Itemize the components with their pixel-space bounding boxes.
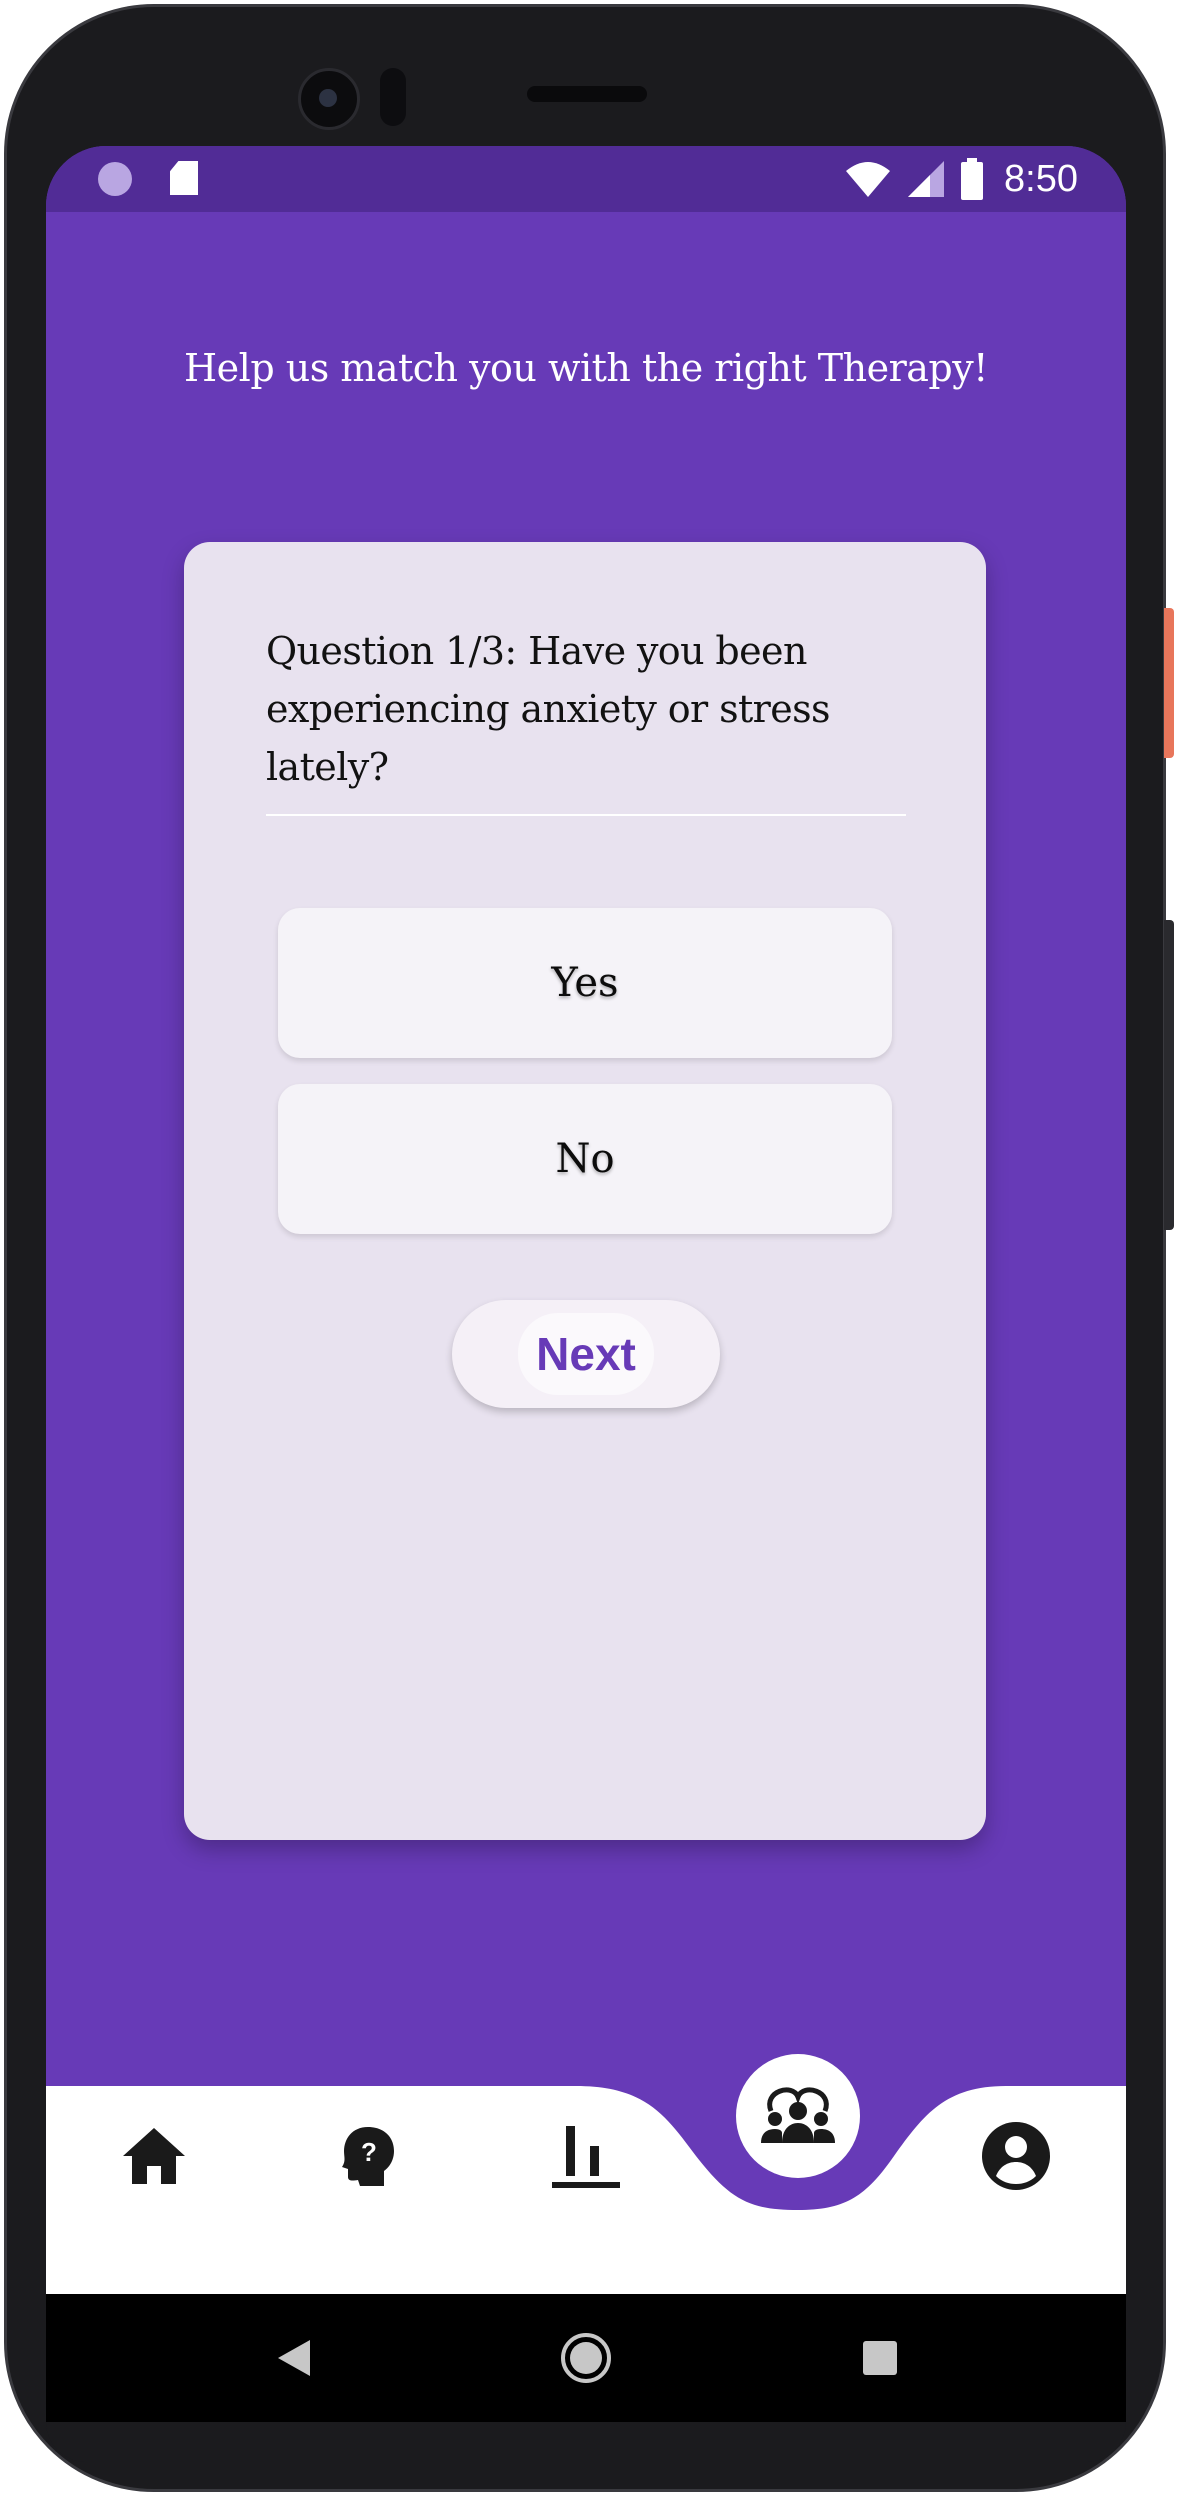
sd-card-icon <box>170 161 198 195</box>
home-button[interactable] <box>556 2328 616 2388</box>
battery-icon <box>961 158 983 200</box>
nav-community[interactable] <box>736 2054 860 2178</box>
quiz-card: Question 1/3: Have you been experiencing… <box>184 542 986 1840</box>
power-button <box>1164 608 1174 758</box>
status-bar: 8:50 <box>46 146 1126 212</box>
nav-stats[interactable] <box>516 2086 656 2226</box>
proximity-sensor <box>380 68 406 126</box>
app-screen: 8:50 Help us match you with the right Th… <box>46 146 1126 2422</box>
earpiece-speaker <box>527 86 647 102</box>
question-divider <box>266 814 906 816</box>
nav-home[interactable] <box>84 2086 224 2226</box>
bottom-bezel <box>46 2422 1126 2462</box>
home-icon <box>123 2128 185 2184</box>
bar-chart-icon <box>552 2126 620 2188</box>
back-icon <box>278 2340 310 2376</box>
signal-icon <box>908 161 944 197</box>
recents-icon <box>863 2341 897 2375</box>
svg-text:?: ? <box>361 2137 377 2167</box>
group-icon <box>761 2087 835 2143</box>
answer-no-button[interactable]: No <box>278 1084 892 1234</box>
page-title: Help us match you with the right Therapy… <box>184 346 988 390</box>
wifi-icon <box>846 162 890 197</box>
recents-button[interactable] <box>850 2328 910 2388</box>
answer-yes-button[interactable]: Yes <box>278 908 892 1058</box>
back-button[interactable] <box>264 2328 324 2388</box>
system-navigation-bar <box>46 2294 1126 2422</box>
next-button-label: Next <box>518 1313 654 1395</box>
front-camera <box>298 68 360 130</box>
account-circle-icon <box>982 2122 1050 2190</box>
help-head-icon: ? <box>342 2127 394 2186</box>
device-frame: 8:50 Help us match you with the right Th… <box>0 0 1178 2498</box>
nav-help[interactable]: ? <box>298 2086 438 2226</box>
home-circle-icon <box>561 2333 611 2383</box>
status-time: 8:50 <box>1004 157 1078 200</box>
next-button[interactable]: Next <box>452 1300 720 1408</box>
sync-icon <box>98 162 132 196</box>
bottom-navigation: ? <box>46 2054 1126 2294</box>
question-text: Question 1/3: Have you been experiencing… <box>266 629 831 789</box>
volume-button <box>1164 920 1174 1230</box>
nav-profile[interactable] <box>946 2086 1086 2226</box>
status-icons: 8:50 <box>844 154 1078 204</box>
